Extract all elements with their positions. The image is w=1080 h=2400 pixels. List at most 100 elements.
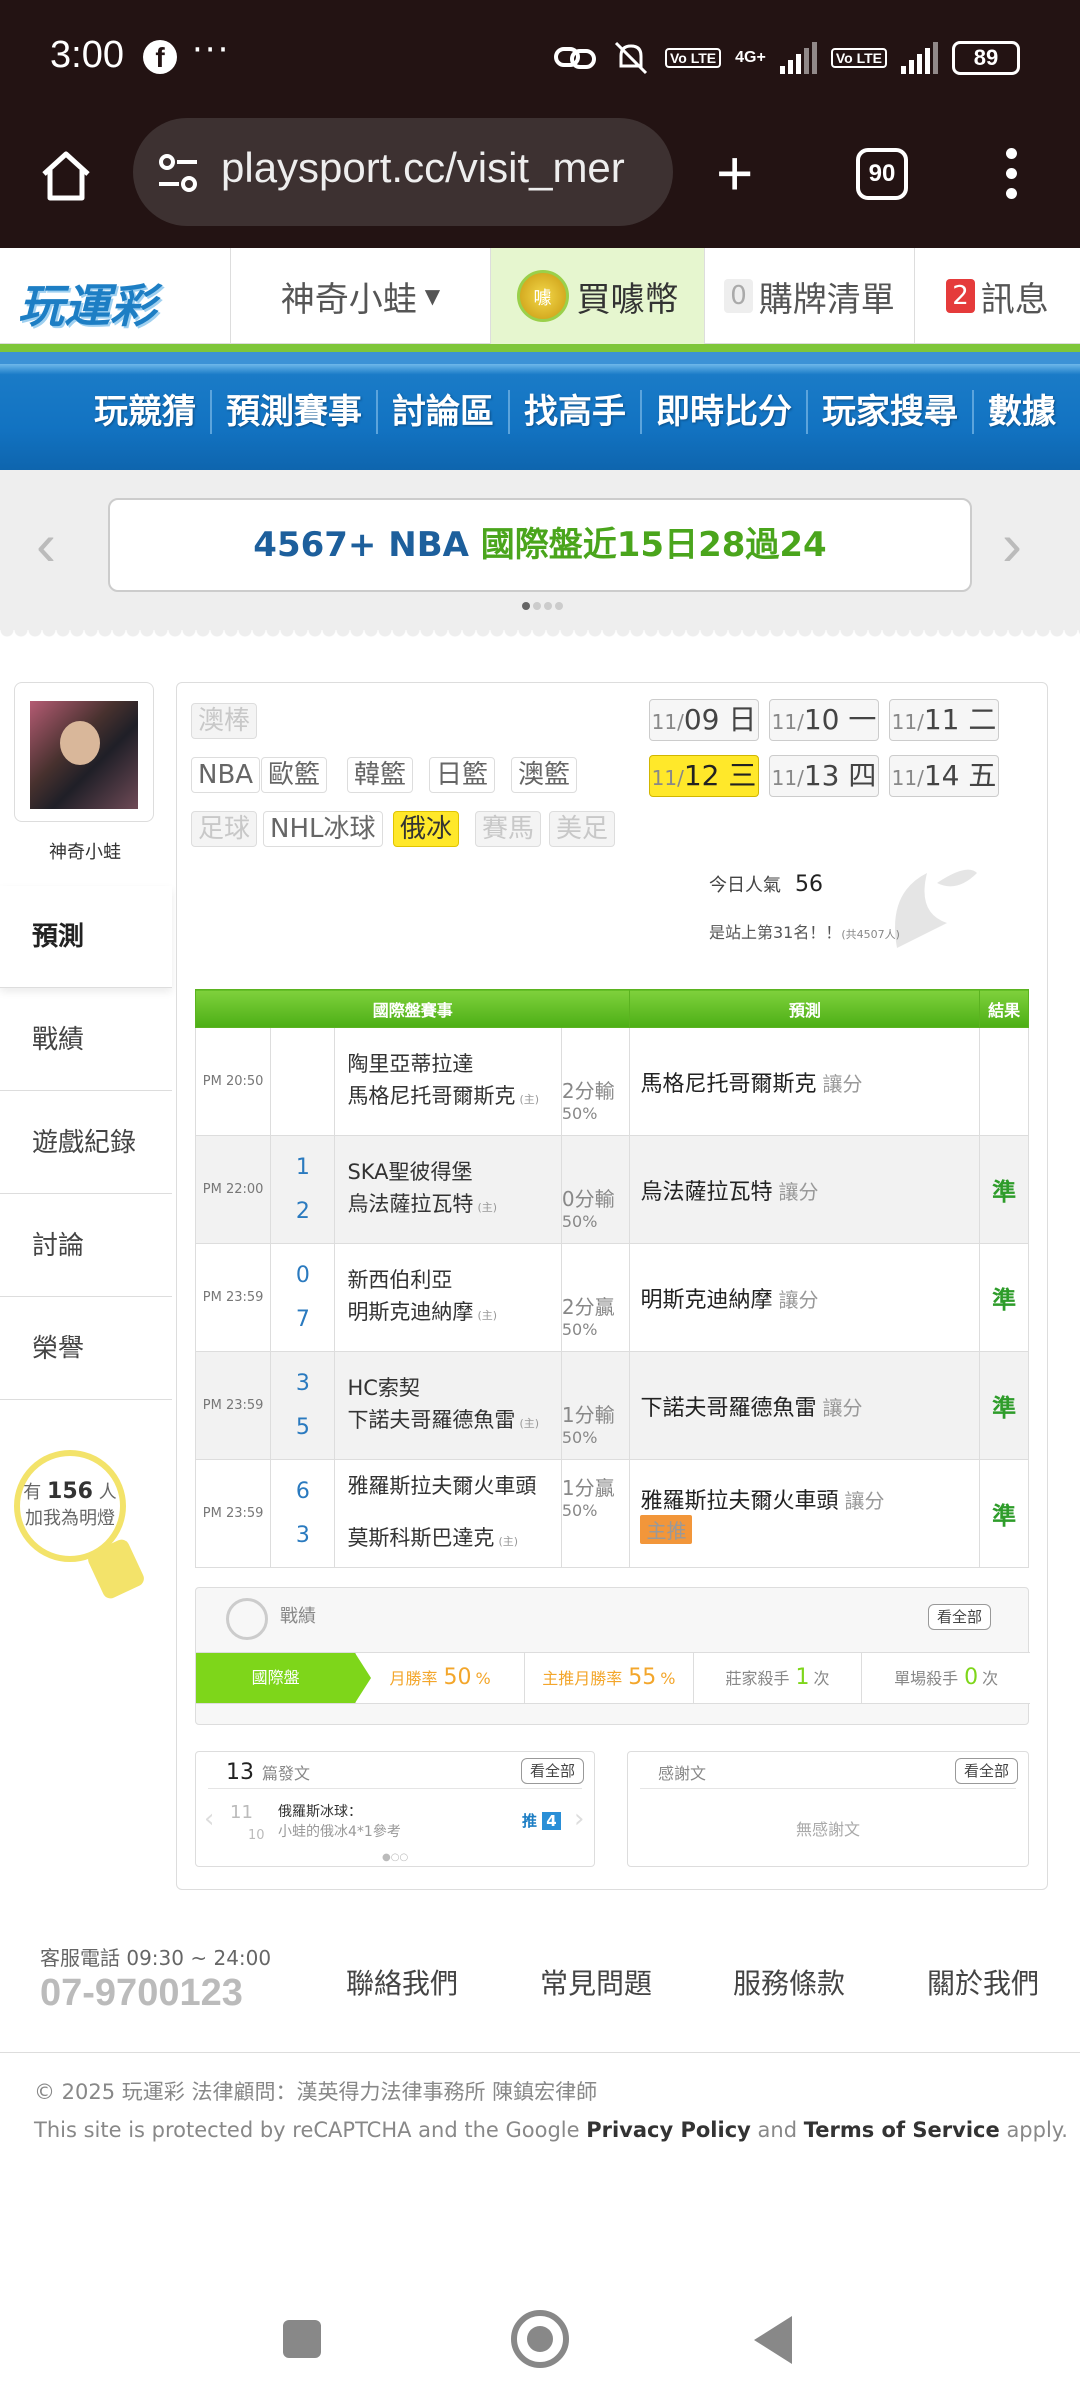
nav-item[interactable]: 玩家搜尋 — [806, 390, 972, 434]
date-tab[interactable]: 11/10 一 — [769, 699, 879, 741]
sport-tag[interactable]: 俄冰 — [393, 811, 460, 847]
record-see-all-button[interactable]: 看全部 — [928, 1604, 992, 1630]
service-phone[interactable]: 07-9700123 — [40, 1972, 243, 2015]
sport-tag: 美足 — [549, 811, 616, 847]
banner-prev-icon[interactable]: ‹ — [36, 510, 56, 579]
match-teams[interactable]: SKA聖彼得堡烏法薩拉瓦特 (主) — [334, 1135, 562, 1244]
footer-link-terms[interactable]: 服務條款 — [733, 1962, 845, 2002]
browser-menu-icon[interactable] — [1006, 148, 1018, 208]
sidebar-item[interactable]: 榮譽 — [0, 1298, 172, 1400]
recents-icon[interactable] — [283, 2320, 321, 2358]
sport-tag[interactable]: 歐籃 — [261, 757, 328, 793]
footer-link-faq[interactable]: 常見問題 — [540, 1962, 652, 2002]
result: 準 — [979, 1135, 1029, 1244]
sport-tag[interactable]: 日籃 — [429, 757, 496, 793]
back-icon[interactable] — [754, 2316, 792, 2364]
date-month: 11/ — [891, 710, 924, 734]
nav-item[interactable]: 討論區 — [376, 390, 508, 434]
url-text[interactable]: playsport.cc/visit_mer — [221, 144, 661, 192]
avatar[interactable] — [14, 682, 154, 822]
address-bar[interactable]: playsport.cc/visit_mer — [133, 118, 673, 226]
nav-item[interactable]: 即時比分 — [640, 390, 806, 434]
nav-item[interactable]: 數據 — [972, 390, 1070, 434]
footer-link-contact[interactable]: 聯絡我們 — [346, 1962, 458, 2002]
new-tab-button[interactable]: + — [716, 136, 753, 210]
record-stat: 單場殺手 0 次 — [861, 1653, 1030, 1703]
sport-tag[interactable]: NBA — [191, 757, 261, 793]
privacy-link[interactable]: Privacy Policy — [586, 2118, 751, 2142]
match-teams[interactable]: HC索契 下諾夫哥羅德魚雷 (主) — [334, 1351, 562, 1460]
nav-item[interactable]: 玩競猜 — [80, 390, 210, 434]
buy-coin-button[interactable]: 噱 買噱幣 — [490, 248, 704, 344]
tab-switcher-button[interactable]: 90 — [856, 148, 908, 200]
nav-item[interactable]: 找高手 — [508, 390, 640, 434]
date-tab[interactable]: 11/12 三 — [649, 755, 759, 797]
match-teams[interactable]: 新西伯利亞 明斯克迪納摩 (主) — [334, 1243, 562, 1352]
team-home: 明斯克迪納摩 (主) — [347, 1296, 560, 1332]
terms-link[interactable]: Terms of Service — [804, 2118, 1000, 2142]
match-teams[interactable]: 雅羅斯拉夫爾火車頭 莫斯科斯巴達克 (主) — [334, 1459, 562, 1568]
handicap: 1分輸 — [561, 1402, 615, 1427]
match-time: PM 20:50 — [194, 1027, 272, 1136]
recaptcha-and: and — [757, 2118, 798, 2142]
handicap-pct: 50% — [561, 1501, 598, 1520]
prediction[interactable]: 烏法薩拉瓦特 讓分 — [629, 1135, 981, 1244]
record-stat-unit: % — [475, 1669, 491, 1688]
home-button-icon[interactable] — [511, 2310, 569, 2368]
sport-tag[interactable]: NHL冰球 — [263, 811, 383, 847]
prediction[interactable]: 下諾夫哥羅德魚雷 讓分 — [629, 1351, 981, 1460]
featured-badge: 主推 — [640, 1515, 693, 1544]
home-marker: (主) — [519, 1416, 540, 1430]
away-score: 5 — [295, 1414, 310, 1440]
home-icon[interactable] — [36, 146, 96, 206]
target-icon — [226, 1598, 268, 1640]
away-score: 3 — [295, 1522, 310, 1548]
coin-icon: 噱 — [516, 270, 569, 322]
record-stat: 主推月勝率 55% — [523, 1653, 693, 1703]
team-home: 莫斯科斯巴達克 (主) — [347, 1522, 560, 1558]
footer-link-about[interactable]: 關於我們 — [927, 1962, 1039, 2002]
match-teams[interactable]: 陶里亞蒂拉達 馬格尼托哥爾斯克 (主) — [334, 1027, 562, 1136]
prediction[interactable]: 雅羅斯拉夫爾火車頭 讓分 主推 — [629, 1459, 981, 1568]
prediction[interactable]: 馬格尼托哥爾斯克 讓分 — [629, 1027, 981, 1136]
messages-button[interactable]: 2 訊息 — [914, 248, 1080, 344]
banner-next-icon[interactable]: › — [1002, 510, 1022, 579]
banner-text[interactable]: 4567+ NBA 國際盤近15日28過24 — [108, 498, 972, 592]
home-marker: (主) — [498, 1534, 519, 1548]
site-settings-icon[interactable] — [153, 148, 203, 198]
buy-coin-label: 買噱幣 — [576, 279, 679, 320]
site-logo[interactable]: 玩運彩 — [18, 270, 156, 336]
record-stat[interactable]: 國際盤 — [196, 1653, 372, 1703]
thanks-see-all-button[interactable]: 看全部 — [954, 1758, 1018, 1784]
post-item[interactable]: 俄羅斯冰球： 小蛙的俄冰4*1參考 — [278, 1802, 401, 1842]
prediction[interactable]: 明斯克迪納摩 讓分 — [629, 1243, 981, 1352]
sport-tag[interactable]: 韓籃 — [347, 757, 414, 793]
cart-button[interactable]: 0 購牌清單 — [704, 248, 914, 344]
system-nav-bar — [0, 2290, 1080, 2400]
posts-see-all-button[interactable]: 看全部 — [520, 1758, 584, 1784]
sidebar-item[interactable]: 預測 — [0, 886, 172, 988]
network-type: 4G+ — [735, 49, 766, 66]
date-tab[interactable]: 11/13 四 — [769, 755, 879, 797]
date-tab[interactable]: 11/14 五 — [889, 755, 999, 797]
handicap-pct: 50% — [561, 1211, 598, 1231]
user-menu[interactable]: 神奇小蛙 ▼ — [230, 248, 490, 344]
match-time: PM 23:59 — [194, 1243, 272, 1352]
rank-text: 是站上第31名！！ — [709, 923, 842, 942]
sidebar-item[interactable]: 遊戲紀錄 — [0, 1092, 172, 1194]
date-tab[interactable]: 11/11 二 — [889, 699, 999, 741]
popularity: 今日人氣 56 — [709, 871, 823, 897]
record-stat-value: 0 — [964, 1665, 979, 1690]
team-home: 烏法薩拉瓦特 (主) — [347, 1188, 560, 1224]
nav-item[interactable]: 預測賽事 — [210, 390, 376, 434]
profile-name: 神奇小蛙 — [49, 842, 121, 863]
posts-prev-icon[interactable]: ‹ — [204, 1804, 214, 1834]
posts-next-icon[interactable]: › — [574, 1804, 584, 1834]
team-away: SKA聖彼得堡 — [347, 1159, 473, 1184]
sidebar-item[interactable]: 戰績 — [0, 989, 172, 1091]
sidebar-item[interactable]: 討論 — [0, 1195, 172, 1297]
date-tab[interactable]: 11/09 日 — [649, 699, 759, 741]
sport-tag[interactable]: 澳籃 — [511, 757, 578, 793]
table-row: PM 20:50 陶里亞蒂拉達 馬格尼托哥爾斯克 (主) 2分輸 50% 馬格尼托哥爾斯克讓… — [194, 1027, 1029, 1136]
fan-counter[interactable]: 有 156 人 加我為明燈 — [14, 1450, 147, 1601]
